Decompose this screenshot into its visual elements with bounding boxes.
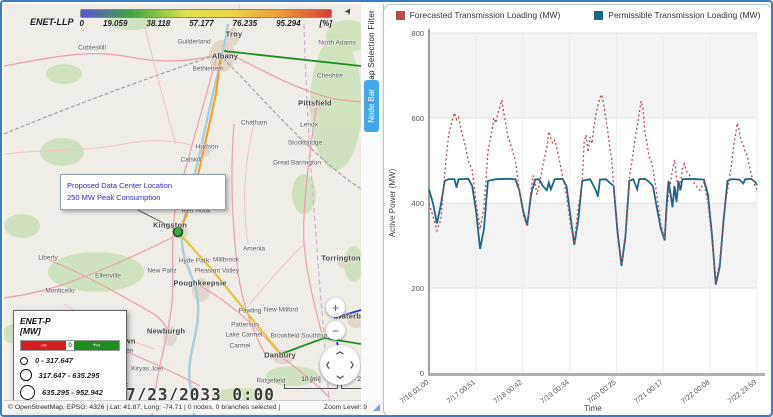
enet-p-zero-label: 0 — [66, 341, 74, 350]
legend-label: Forecasted Transmission Loading (MW) — [410, 10, 561, 20]
enet-p-class-label: 635.295 - 952.942 — [42, 388, 103, 397]
map-panel[interactable]: CobleskillGuilderlandTroyAlbanyBethlehem… — [4, 4, 361, 415]
app-window: CobleskillGuilderlandTroyAlbanyBethlehem… — [0, 0, 773, 417]
pan-control[interactable]: ❮ ❮ ❮ ❮ — [320, 345, 360, 385]
y-tick-label: 0 — [420, 369, 424, 378]
y-tick-label: 800 — [411, 29, 424, 38]
data-center-tooltip: Proposed Data Center Location 250 MW Pea… — [60, 174, 226, 210]
plot-band — [429, 33, 757, 118]
llp-unit: [%] — [320, 19, 332, 28]
x-tick-label: 7/22 23:59 — [726, 377, 758, 405]
enet-p-negative-segment: -∞ — [21, 341, 66, 350]
map-selection-filter-tab[interactable]: Map Selection Filter — [367, 10, 376, 87]
size-circle-icon — [20, 369, 32, 381]
enet-p-title: ENET-P — [20, 316, 120, 326]
llp-tick: 76.235 — [233, 19, 257, 28]
llp-legend: ENET-LLP 0 19.059 38.118 57.177 76.235 95.294… — [30, 9, 332, 28]
chart-panel: Forecasted Transmission Loading (MW) Perm… — [383, 4, 773, 417]
enet-p-class-row: 317.647 - 635.295 — [20, 369, 120, 381]
proposed-data-center-node[interactable] — [174, 228, 183, 237]
x-tick-label: 7/16 01:00 — [398, 377, 430, 405]
size-circle-icon — [20, 357, 28, 365]
enet-p-unit: [MW] — [20, 326, 120, 336]
llp-gradient-bar — [80, 9, 332, 18]
pan-up-icon[interactable]: ❮ — [336, 350, 344, 356]
enet-p-size-classes: 0 - 317.647 317.647 - 635.295 635.295 - 95… — [20, 356, 120, 400]
y-axis-title: Active Power (MW) — [388, 168, 397, 237]
x-tick-label: 7/20 00:25 — [585, 377, 617, 405]
zoom-out-button[interactable]: − — [326, 321, 345, 340]
node-bar-tab-label: Node Bar — [367, 89, 376, 123]
side-tab-strip: Map Selection Filter Node Bar — [361, 4, 384, 402]
tooltip-line1: Proposed Data Center Location — [67, 180, 219, 192]
y-tick-label: 600 — [411, 114, 424, 123]
enet-p-class-row: 635.295 - 952.942 — [20, 385, 120, 400]
enet-p-class-label: 0 - 317.647 — [35, 356, 73, 365]
chart-legend: Forecasted Transmission Loading (MW) Perm… — [384, 5, 772, 20]
x-tick-label: 7/22 00:08 — [679, 377, 711, 405]
enet-p-class-row: 0 - 317.647 — [20, 356, 120, 365]
legend-swatch-icon — [396, 11, 405, 20]
pan-right-icon[interactable]: ❮ — [349, 361, 355, 369]
x-tick-label: 7/17 00:51 — [445, 377, 477, 405]
llp-tick: 0 — [80, 19, 84, 28]
llp-tick-labels: 0 19.059 38.118 57.177 76.235 95.294 [%] — [80, 19, 332, 28]
llp-legend-title: ENET-LLP — [30, 17, 74, 28]
zoom-level-text: Zoom Level: 9 — [324, 404, 367, 411]
size-circle-icon — [20, 385, 35, 400]
hudson-river — [182, 24, 228, 415]
enet-p-legend: ENET-P [MW] -∞ 0 +∞ 0 - 317.647 317.647 -… — [13, 310, 127, 407]
resize-grip-icon[interactable] — [373, 404, 380, 411]
y-tick-label: 400 — [411, 199, 424, 208]
x-tick-label: 7/21 00:17 — [632, 377, 664, 405]
enet-p-class-label: 317.647 - 635.295 — [39, 371, 100, 380]
x-tick-label: 7/18 00:42 — [492, 377, 524, 405]
llp-tick: 57.177 — [189, 19, 213, 28]
tooltip-line2: 250 MW Peak Consumption — [67, 192, 219, 204]
pan-left-icon[interactable]: ❮ — [325, 361, 331, 369]
llp-tick: 19.059 — [103, 19, 127, 28]
map-status-bar: © OpenStreetMap, EPSG: 4326 | Lat: 41.87… — [4, 400, 384, 413]
legend-swatch-icon — [594, 11, 603, 20]
llp-tick: 95.294 — [276, 19, 300, 28]
enet-p-positive-segment: +∞ — [74, 341, 119, 350]
attribution-text: © OpenStreetMap, EPSG: 4326 | Lat: 41.87… — [8, 404, 318, 411]
x-axis-title: Time — [584, 404, 602, 413]
pan-down-icon[interactable]: ❮ — [336, 374, 344, 380]
llp-tick: 38.118 — [146, 19, 170, 28]
y-tick-label: 200 — [411, 284, 424, 293]
legend-item[interactable]: Forecasted Transmission Loading (MW) — [396, 10, 561, 20]
tooltip-leader-line — [134, 208, 177, 230]
transmission-loading-chart: 0 200 400 600 800 7/16 01:00 7/17 00:51 7/18 00… — [385, 21, 771, 415]
x-tick-label: 7/19 00:34 — [538, 377, 570, 405]
legend-item[interactable]: Permissible Transmission Loading (MW) — [594, 10, 760, 20]
legend-label: Permissible Transmission Loading (MW) — [608, 10, 760, 20]
node-bar-tab[interactable]: Node Bar — [364, 80, 379, 132]
zoom-in-button[interactable]: + — [326, 298, 345, 317]
enet-p-diverging-bar: -∞ 0 +∞ — [20, 340, 120, 351]
plot-band — [429, 203, 757, 288]
